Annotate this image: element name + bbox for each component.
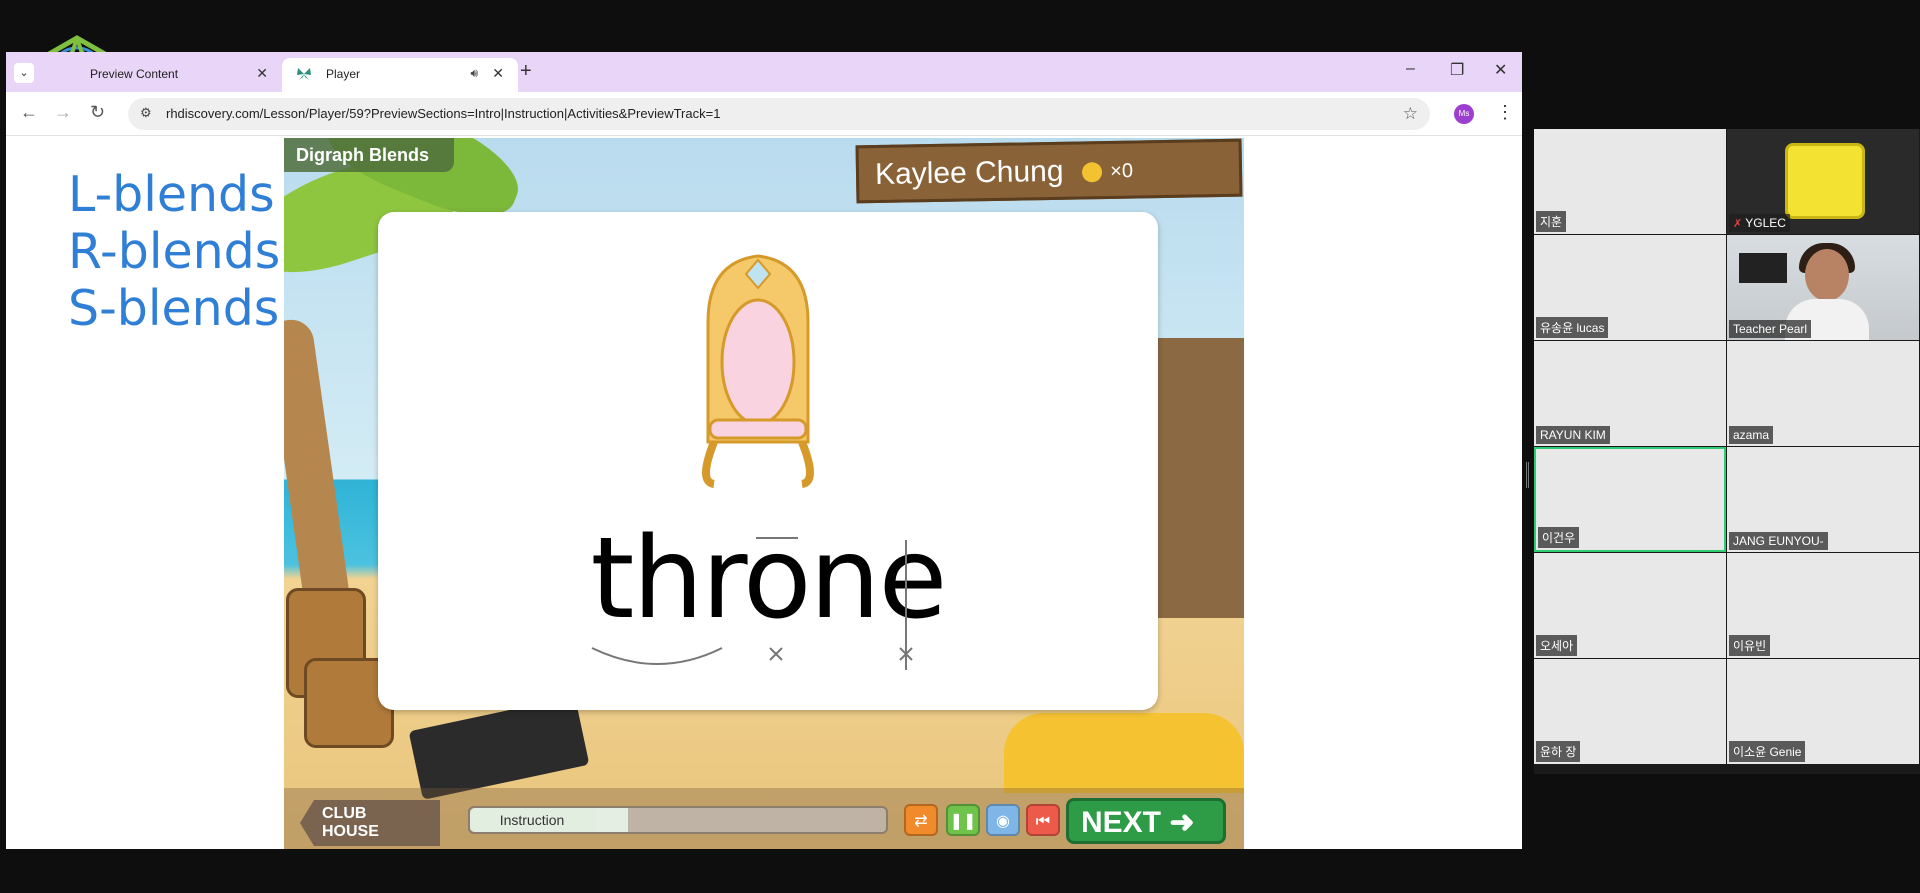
- participant-name: azama: [1729, 426, 1774, 444]
- participant-grid: 지훈 ✗ YGLEC 유송윤 lucas Teacher Pearl RAYUN…: [1534, 129, 1920, 774]
- progress-label: Instruction: [470, 808, 594, 832]
- game-title: Digraph Blends: [284, 138, 454, 172]
- url-text: rhdiscovery.com/Lesson/Player/59?Preview…: [166, 106, 721, 121]
- participant-name: 지훈: [1536, 211, 1567, 232]
- mic-muted-icon: ✗: [1733, 218, 1746, 230]
- clubhouse-label-2: HOUSE: [322, 823, 379, 840]
- page-content: L-blends R-blends S-blends Digraph Blend…: [6, 138, 1522, 849]
- back-icon[interactable]: ←: [20, 102, 38, 123]
- site-info-icon[interactable]: ⚙: [140, 105, 152, 121]
- participant-tile[interactable]: JANG EUNYOU-: [1727, 447, 1919, 552]
- tab-search-button[interactable]: ⌄: [14, 63, 34, 83]
- pirate-ship: [1154, 338, 1244, 618]
- participant-tile[interactable]: RAYUN KIM: [1534, 341, 1726, 446]
- arrow-right-icon: ➜: [1169, 806, 1195, 839]
- participant-tile[interactable]: 이소윤 Genie: [1727, 659, 1919, 764]
- participant-tile[interactable]: ✗ YGLEC: [1727, 129, 1919, 234]
- game-player: Digraph Blends Kaylee Chung ×0 throne CL…: [284, 138, 1244, 849]
- tab-label: Preview Content: [90, 67, 179, 81]
- participant-name: 이유빈: [1729, 635, 1771, 656]
- close-tab-icon[interactable]: ✕: [492, 65, 504, 82]
- participant-tile[interactable]: 유송윤 lucas: [1534, 235, 1726, 340]
- participant-tile[interactable]: 윤하 장: [1534, 659, 1726, 764]
- participant-name-text: YGLEC: [1745, 216, 1786, 230]
- tab-preview-content[interactable]: Preview Content ✕: [46, 58, 282, 92]
- restore-icon[interactable]: ❐: [1450, 60, 1464, 80]
- address-bar[interactable]: ⚙ rhdiscovery.com/Lesson/Player/59?Previ…: [128, 98, 1430, 130]
- participant-name: Teacher Pearl: [1729, 320, 1812, 338]
- participant-name: 오세아: [1536, 635, 1578, 656]
- player-controls: CLUB HOUSE Instruction ⇄ ❚❚ ◉ ⏮ NEXT ➜: [284, 788, 1244, 849]
- spongebob-avatar: [1785, 143, 1865, 219]
- participant-name: RAYUN KIM: [1536, 426, 1610, 444]
- browser-toolbar: ← → ↻ ⚙ rhdiscovery.com/Lesson/Player/59…: [6, 92, 1522, 136]
- face: [1805, 249, 1849, 301]
- participant-tile[interactable]: 이유빈: [1727, 553, 1919, 658]
- participant-tile[interactable]: azama: [1727, 341, 1919, 446]
- word-markings: [591, 537, 913, 670]
- section-progress-bar: Instruction: [468, 806, 888, 834]
- next-label: NEXT: [1081, 806, 1162, 839]
- participant-tile[interactable]: Teacher Pearl: [1727, 235, 1919, 340]
- tab-label: Player: [326, 67, 361, 81]
- participant-name: 윤하 장: [1536, 741, 1581, 762]
- close-window-icon[interactable]: ✕: [1494, 60, 1507, 80]
- participant-tile[interactable]: 오세아: [1534, 553, 1726, 658]
- close-tab-icon[interactable]: ✕: [256, 65, 268, 82]
- blend-label-l: L-blends: [68, 166, 275, 223]
- replay-icon[interactable]: ⇄: [904, 804, 938, 836]
- restart-icon[interactable]: ⏮: [1026, 804, 1060, 836]
- blend-label-r: R-blends: [68, 223, 281, 280]
- coin-icon: [1081, 162, 1103, 183]
- participant-tile[interactable]: 지훈: [1534, 129, 1726, 234]
- participant-name: ✗ YGLEC: [1729, 214, 1790, 232]
- throne-icon: [702, 254, 814, 488]
- pause-icon[interactable]: ❚❚: [946, 804, 980, 836]
- student-name: Kaylee Chung: [874, 154, 1064, 192]
- progress-fill: [594, 808, 628, 832]
- participant-name: 이건우: [1538, 527, 1580, 548]
- participant-tile-active-speaker[interactable]: 이건우: [1534, 447, 1726, 552]
- reload-icon[interactable]: ↻: [90, 102, 105, 123]
- volume-icon[interactable]: ◉: [986, 804, 1020, 836]
- speaker-icon[interactable]: 🔊︎: [470, 66, 478, 81]
- word-card: throne: [378, 212, 1158, 710]
- treasure-chest: [1004, 713, 1244, 793]
- tab-strip: ⌄ Preview Content ✕ Player 🔊︎ ✕ + – ❐ ✕: [6, 52, 1522, 92]
- new-tab-button[interactable]: +: [520, 60, 532, 83]
- clubhouse-label-1: CLUB: [322, 805, 367, 822]
- blend-label-s: S-blends: [68, 280, 280, 337]
- pirate-flag: [408, 696, 590, 800]
- forward-icon[interactable]: →: [54, 102, 72, 123]
- participant-name: 이소윤 Genie: [1729, 741, 1806, 762]
- menu-kebab-icon[interactable]: ⋮: [1496, 102, 1514, 123]
- grid-resize-handle[interactable]: [1526, 462, 1529, 488]
- profile-avatar[interactable]: Ms: [1454, 104, 1474, 124]
- minimize-icon[interactable]: –: [1406, 60, 1415, 78]
- next-button[interactable]: NEXT ➜: [1066, 798, 1226, 844]
- tab-player[interactable]: Player 🔊︎ ✕: [282, 58, 518, 92]
- participant-name: JANG EUNYOU-: [1729, 532, 1828, 550]
- butterfly-icon: [297, 68, 311, 80]
- bookmark-star-icon[interactable]: ☆: [1403, 104, 1418, 124]
- participant-name: 유송윤 lucas: [1536, 317, 1609, 338]
- coin-count: ×0: [1109, 160, 1134, 183]
- clubhouse-button[interactable]: CLUB HOUSE: [300, 800, 440, 846]
- browser-window: ⌄ Preview Content ✕ Player 🔊︎ ✕ + – ❐ ✕ …: [6, 52, 1522, 849]
- tv-screen: [1739, 253, 1787, 283]
- student-sign: Kaylee Chung ×0: [855, 138, 1243, 204]
